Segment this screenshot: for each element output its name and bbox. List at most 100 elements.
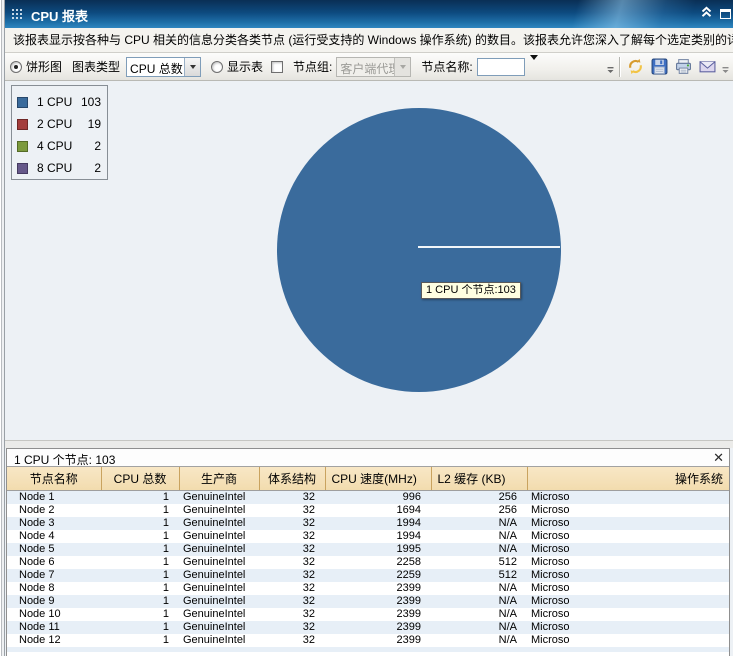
table-cell: Node 4 [7,530,101,543]
grid-column-header[interactable]: L2 缓存 (KB) [431,467,527,490]
table-cell: Node 6 [7,556,101,569]
node-group-label: 节点组: [293,58,332,75]
cpu-report-window: CPU 报表 该报表显示按各种与 CPU 相关的信息分类各类节点 (运行受支持的… [5,0,733,656]
table-cell: GenuineIntel [179,569,259,582]
table-cell: Microso [527,490,729,504]
table-cell: Microso [527,517,729,530]
show-table-checkbox[interactable] [271,61,283,73]
toolbar-overflow-icon-right[interactable] [721,58,730,76]
grid-column-header[interactable]: 操作系统 [527,467,729,490]
table-cell: 256 [431,490,527,504]
chart-type-select[interactable]: CPU 总数 [126,57,201,77]
print-icon[interactable] [673,56,694,77]
table-cell: 1 [101,595,179,608]
email-icon[interactable] [697,56,718,77]
drilldown-panel: 1 CPU 个节点: 103 ✕ 节点名称CPU 总数生产商体系结构CPU 速度… [6,448,730,656]
table-cell: Microso [527,543,729,556]
table-cell: Microso [527,595,729,608]
table-cell: 1 [101,608,179,621]
table-cell: N/A [431,621,527,634]
table-cell: 512 [431,556,527,569]
table-cell: 32 [259,543,325,556]
table-cell: Node 11 [7,621,101,634]
table-row[interactable]: Node 21GenuineIntel321694256Microso [7,504,729,517]
table-cell: Microso [527,569,729,582]
partial-row [7,647,729,652]
restore-window-icon[interactable] [720,9,731,19]
show-table-radio-label: 显示表 [227,58,263,75]
table-cell: N/A [431,543,527,556]
node-name-label: 节点名称: [421,58,472,75]
pie-chart[interactable] [277,108,561,392]
grid-column-header[interactable]: CPU 速度(MHz) [325,467,431,490]
table-row[interactable]: Node 31GenuineIntel321994N/AMicroso [7,517,729,530]
table-row[interactable]: Node 51GenuineIntel321995N/AMicroso [7,543,729,556]
legend-swatch-icon [17,141,28,152]
table-cell: 996 [325,490,431,504]
table-cell: 1994 [325,530,431,543]
table-cell: 512 [431,569,527,582]
panel-header: 1 CPU 个节点: 103 ✕ [7,449,729,467]
table-row[interactable]: Node 81GenuineIntel322399N/AMicroso [7,582,729,595]
legend-item[interactable]: 8 CPU2 [17,157,101,179]
table-cell: 256 [431,504,527,517]
legend-item[interactable]: 1 CPU 103 [17,91,101,113]
title-bar[interactable]: CPU 报表 [5,0,733,28]
table-cell: Microso [527,556,729,569]
table-cell: 1694 [325,504,431,517]
node-name-dropdown-icon[interactable] [530,60,538,74]
table-row[interactable]: Node 11GenuineIntel32996256Microso [7,490,729,504]
pie-chart-radio[interactable] [10,61,22,73]
table-cell: Node 1 [7,490,101,504]
table-row[interactable]: Node 101GenuineIntel322399N/AMicroso [7,608,729,621]
table-cell: 2399 [325,595,431,608]
grid-column-header[interactable]: 生产商 [179,467,259,490]
table-cell: 32 [259,634,325,647]
table-cell: 1 [101,556,179,569]
table-cell: 1 [101,569,179,582]
table-cell: Node 8 [7,582,101,595]
table-row[interactable]: Node 91GenuineIntel322399N/AMicroso [7,595,729,608]
grid-column-header[interactable]: 体系结构 [259,467,325,490]
grid-table: 节点名称CPU 总数生产商体系结构CPU 速度(MHz)L2 缓存 (KB)操作… [7,467,729,647]
save-icon[interactable] [649,56,670,77]
table-cell: GenuineIntel [179,530,259,543]
table-cell: 1 [101,582,179,595]
table-cell: GenuineIntel [179,608,259,621]
table-row[interactable]: Node 111GenuineIntel322399N/AMicroso [7,621,729,634]
toolbar-overflow-icon[interactable] [606,58,615,76]
table-row[interactable]: Node 121GenuineIntel322399N/AMicroso [7,634,729,647]
table-row[interactable]: Node 71GenuineIntel322259512Microso [7,569,729,582]
table-cell: GenuineIntel [179,490,259,504]
table-cell: Node 9 [7,595,101,608]
legend-item[interactable]: 2 CPU19 [17,113,101,135]
close-icon[interactable]: ✕ [713,450,724,466]
table-cell: GenuineIntel [179,504,259,517]
collapse-icon[interactable] [700,6,713,21]
table-row[interactable]: Node 41GenuineIntel321994N/AMicroso [7,530,729,543]
refresh-icon[interactable] [625,56,646,77]
table-cell: 2399 [325,582,431,595]
legend-value: 19 [88,117,101,131]
show-table-radio[interactable] [211,61,223,73]
legend-item[interactable]: 4 CPU2 [17,135,101,157]
table-cell: GenuineIntel [179,595,259,608]
panel-title: 1 CPU 个节点: 103 [14,451,115,468]
table-cell: 2259 [325,569,431,582]
legend-value: 2 [94,139,101,153]
drag-grip-icon[interactable] [12,9,24,21]
legend-value: 103 [81,95,101,109]
table-cell: 1 [101,517,179,530]
chart-type-dropdown-icon[interactable] [184,58,200,76]
table-cell: 2258 [325,556,431,569]
node-name-input[interactable] [477,58,525,76]
table-cell: 32 [259,490,325,504]
table-cell: 32 [259,569,325,582]
grid-column-header[interactable]: CPU 总数 [101,467,179,490]
chart-tooltip: 1 CPU 个节点:103 [421,282,521,299]
grid-column-header[interactable]: 节点名称 [7,467,101,490]
legend-label: 1 CPU [37,95,72,109]
table-cell: 1 [101,621,179,634]
table-cell: Microso [527,634,729,647]
table-row[interactable]: Node 61GenuineIntel322258512Microso [7,556,729,569]
